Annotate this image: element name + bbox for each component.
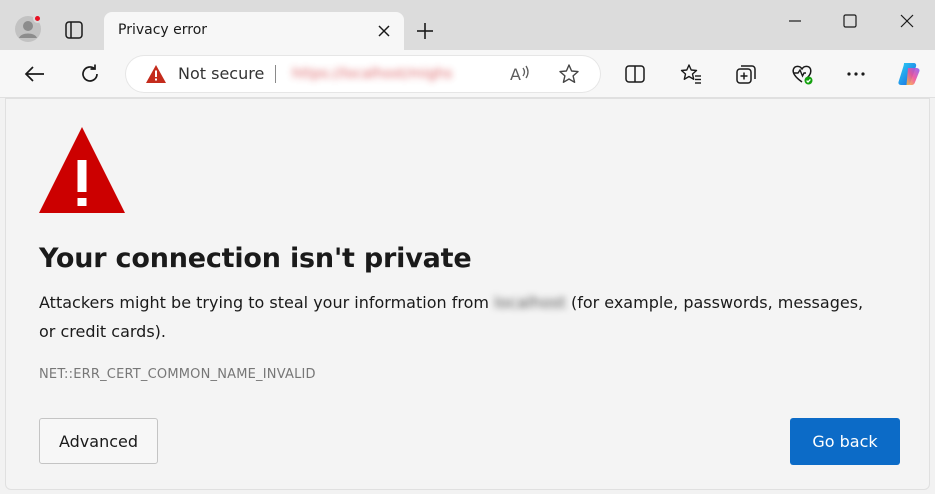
go-back-button[interactable]: Go back (790, 418, 900, 465)
refresh-icon[interactable] (78, 62, 102, 86)
url-text[interactable]: https://localhost/mighs (292, 66, 452, 82)
read-aloud-icon[interactable]: A (509, 64, 531, 84)
new-tab-plus-icon[interactable] (414, 20, 436, 42)
profile-avatar-icon[interactable] (14, 14, 42, 43)
notification-dot (33, 14, 42, 23)
favorites-list-icon[interactable] (679, 62, 703, 86)
collections-icon[interactable] (734, 62, 758, 86)
error-description: Attackers might be trying to steal your … (39, 288, 869, 346)
split-screen-icon[interactable] (623, 62, 647, 86)
error-page: Your connection isn't private Attackers … (5, 98, 930, 490)
close-window-icon[interactable] (896, 10, 918, 32)
error-code: NET::ERR_CERT_COMMON_NAME_INVALID (39, 367, 316, 382)
more-dots-icon[interactable] (844, 62, 868, 86)
close-tab-icon[interactable] (376, 23, 392, 39)
tab-actions-icon[interactable] (63, 19, 85, 41)
warning-triangle-icon[interactable] (146, 65, 166, 83)
svg-text:A: A (510, 65, 521, 84)
not-secure-label[interactable]: Not secure (178, 64, 264, 83)
minimize-icon[interactable] (784, 10, 806, 32)
browser-toolbar: Not secure https://localhost/mighs A (0, 50, 935, 98)
tab-title: Privacy error (118, 22, 208, 38)
arrow-left-icon[interactable] (23, 62, 47, 86)
host-name: localhost (494, 293, 566, 312)
copilot-icon[interactable] (895, 60, 923, 88)
address-bar[interactable]: Not secure https://localhost/mighs A (126, 56, 600, 92)
description-text: Attackers might be trying to steal your … (39, 293, 495, 312)
star-icon[interactable] (558, 63, 580, 85)
tab-privacy-error[interactable]: Privacy error (104, 12, 404, 50)
tab-strip: Privacy error (0, 0, 935, 50)
page-title: Your connection isn't private (39, 243, 472, 274)
warning-triangle-icon (39, 127, 125, 213)
advanced-button[interactable]: Advanced (39, 418, 158, 464)
maximize-icon[interactable] (839, 10, 861, 32)
heart-pulse-icon[interactable] (790, 62, 814, 86)
address-separator (275, 65, 276, 83)
